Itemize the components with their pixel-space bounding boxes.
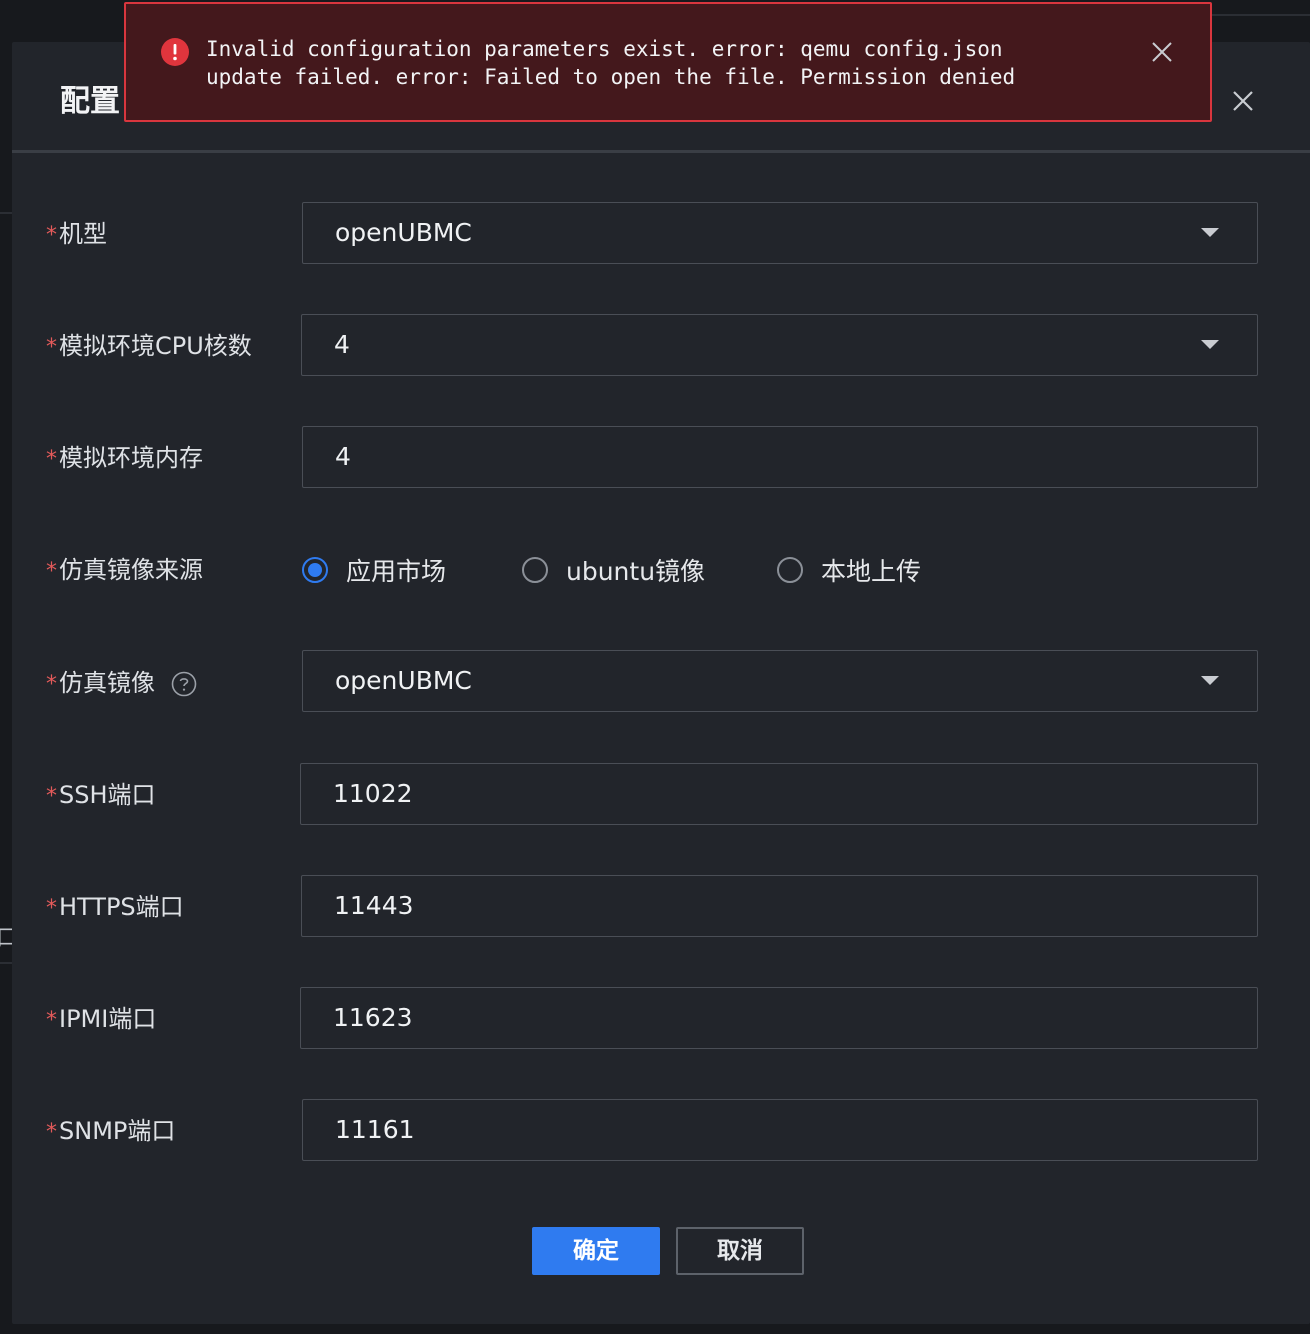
memory-label: *模拟环境内存: [46, 444, 203, 472]
ssh-port-input[interactable]: 11022: [300, 763, 1258, 825]
image-select[interactable]: openUBMC: [302, 650, 1258, 712]
cpu-cores-value: 4: [334, 330, 350, 359]
background-divider: [1212, 14, 1310, 16]
error-icon: [161, 38, 189, 66]
confirm-button[interactable]: 确定: [532, 1227, 660, 1275]
radio-local-upload[interactable]: 本地上传: [777, 550, 921, 590]
snmp-port-input[interactable]: 11161: [302, 1099, 1258, 1161]
image-source-label: *仿真镜像来源: [46, 556, 203, 584]
ipmi-port-label: *IPMI端口: [46, 1005, 157, 1033]
https-port-value: 11443: [334, 891, 414, 920]
error-message: Invalid configuration parameters exist. …: [206, 37, 1016, 89]
radio-ubuntu-image[interactable]: ubuntu镜像: [522, 550, 705, 590]
radio-unchecked-icon[interactable]: [522, 557, 548, 583]
close-icon[interactable]: [1150, 40, 1174, 64]
background-divider: [0, 962, 12, 964]
image-value: openUBMC: [335, 666, 472, 695]
caret-down-icon: [1201, 676, 1219, 685]
header-divider: [12, 150, 1310, 153]
question-circle-icon[interactable]: [171, 671, 197, 697]
error-toast: Invalid configuration parameters exist. …: [124, 2, 1212, 122]
required-mark: *: [46, 447, 57, 472]
required-mark: *: [46, 223, 57, 248]
cpu-cores-select[interactable]: 4: [301, 314, 1258, 376]
background-divider: [0, 212, 12, 214]
required-mark: *: [46, 896, 57, 921]
snmp-port-value: 11161: [335, 1115, 415, 1144]
caret-down-icon: [1201, 228, 1219, 237]
ipmi-port-value: 11623: [333, 1003, 413, 1032]
memory-input[interactable]: 4: [302, 426, 1258, 488]
required-mark: *: [46, 1120, 57, 1145]
ssh-port-value: 11022: [333, 779, 413, 808]
required-mark: *: [46, 784, 57, 809]
required-mark: *: [46, 559, 57, 584]
machine-type-label: *机型: [46, 220, 107, 248]
https-port-label: *HTTPS端口: [46, 893, 184, 921]
cancel-button[interactable]: 取消: [676, 1227, 804, 1275]
image-label: *仿真镜像: [46, 663, 197, 703]
close-icon[interactable]: [1228, 86, 1258, 116]
cpu-cores-label: *模拟环境CPU核数: [46, 332, 252, 360]
snmp-port-label: *SNMP端口: [46, 1117, 176, 1145]
radio-label: 本地上传: [821, 557, 922, 586]
memory-value: 4: [335, 442, 351, 471]
dialog-title: 配置: [60, 84, 120, 119]
radio-label: ubuntu镜像: [566, 557, 706, 586]
required-mark: *: [46, 672, 57, 697]
radio-unchecked-icon[interactable]: [777, 557, 803, 583]
machine-type-select[interactable]: openUBMC: [302, 202, 1258, 264]
radio-app-market[interactable]: 应用市场: [302, 550, 446, 590]
required-mark: *: [46, 335, 57, 360]
config-dialog: 配置 *机型 openUBMC *模拟环境CPU核数 4 *模拟环境内存 4 *…: [12, 42, 1310, 1324]
machine-type-value: openUBMC: [335, 218, 472, 247]
required-mark: *: [46, 1008, 57, 1033]
ssh-port-label: *SSH端口: [46, 781, 156, 809]
https-port-input[interactable]: 11443: [301, 875, 1258, 937]
caret-down-icon: [1201, 340, 1219, 349]
ipmi-port-input[interactable]: 11623: [300, 987, 1258, 1049]
radio-checked-icon[interactable]: [302, 557, 328, 583]
radio-label: 应用市场: [346, 557, 447, 586]
